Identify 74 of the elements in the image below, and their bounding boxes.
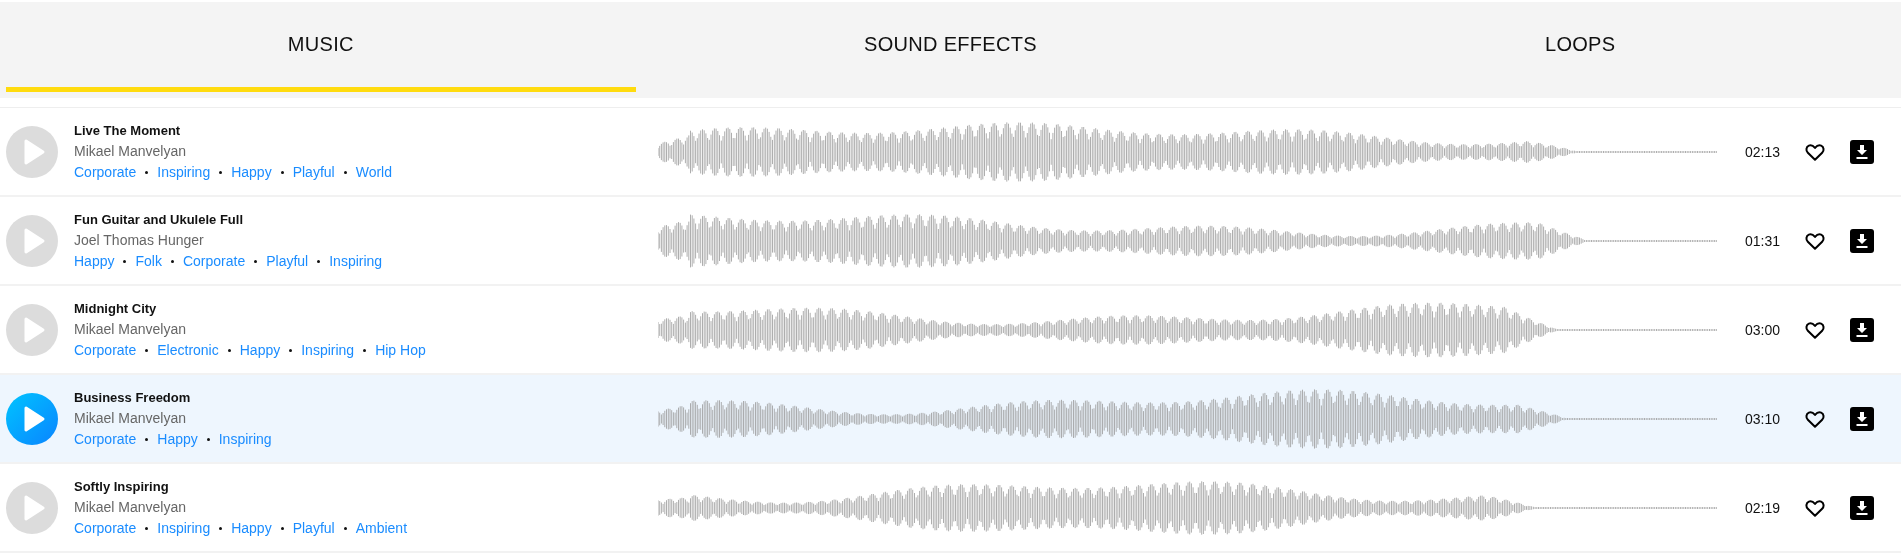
- play-icon: [24, 406, 45, 431]
- artist-name[interactable]: Mikael Manvelyan: [74, 143, 658, 159]
- tag-link[interactable]: Inspiring: [218, 431, 272, 447]
- track-title[interactable]: Live The Moment: [74, 123, 658, 138]
- artist-name[interactable]: Mikael Manvelyan: [74, 321, 658, 337]
- download-icon[interactable]: [1850, 406, 1874, 431]
- download-icon[interactable]: [1850, 228, 1874, 253]
- separator-dot: [145, 526, 149, 530]
- tag-link[interactable]: Playful: [292, 164, 335, 180]
- tag-link[interactable]: Inspiring: [157, 164, 211, 180]
- separator-dot: [170, 259, 174, 263]
- tag-link[interactable]: Happy: [239, 342, 281, 358]
- tag-link[interactable]: Inspiring: [301, 342, 355, 358]
- artist-name[interactable]: Mikael Manvelyan: [74, 410, 658, 426]
- separator-dot: [317, 259, 321, 263]
- tag-link[interactable]: Corporate: [182, 253, 246, 269]
- duration: 01:31: [1743, 232, 1780, 249]
- separator-dot: [343, 526, 347, 530]
- tag-link[interactable]: Inspiring: [329, 253, 383, 269]
- separator-dot: [145, 437, 149, 441]
- download-icon[interactable]: [1850, 317, 1874, 342]
- tab[interactable]: SOUND EFFECTS: [635, 2, 1266, 92]
- artist-name[interactable]: Mikael Manvelyan: [74, 499, 658, 515]
- download-icon[interactable]: [1850, 139, 1874, 164]
- separator-dot: [343, 170, 347, 174]
- artist-name[interactable]: Joel Thomas Hunger: [74, 232, 658, 248]
- separator-dot: [206, 437, 210, 441]
- track-title[interactable]: Business Freedom: [74, 390, 658, 405]
- tag-link[interactable]: Playful: [266, 253, 309, 269]
- tag-link[interactable]: Inspiring: [157, 520, 211, 536]
- play-icon: [24, 228, 45, 253]
- play-icon: [24, 139, 45, 164]
- separator-dot: [145, 170, 149, 174]
- tag-link[interactable]: Corporate: [74, 431, 137, 447]
- duration: 03:00: [1743, 321, 1780, 338]
- tag-link[interactable]: Folk: [135, 253, 162, 269]
- separator-dot: [363, 348, 367, 352]
- separator-dot: [219, 526, 223, 530]
- separator-dot: [123, 259, 127, 263]
- play-button[interactable]: [6, 392, 58, 445]
- separator-dot: [289, 348, 293, 352]
- separator-dot: [280, 170, 284, 174]
- play-icon: [24, 495, 45, 520]
- track-row[interactable]: Business Freedom Mikael Manvelyan Corporate Happy Inspiring 03:10: [0, 375, 1901, 464]
- tab[interactable]: MUSIC: [6, 2, 636, 92]
- tag-link[interactable]: Corporate: [74, 520, 137, 536]
- download-icon[interactable]: [1850, 495, 1874, 520]
- separator-dot: [219, 170, 223, 174]
- duration: 03:10: [1743, 410, 1780, 427]
- tag-link[interactable]: Electronic: [157, 342, 219, 358]
- separator-dot: [227, 348, 231, 352]
- track-row[interactable]: Fun Guitar and Ukulele Full Joel Thomas Hunger Happy Folk Corporate Playful Inspiring 01:31: [0, 197, 1901, 286]
- tag-link[interactable]: World: [355, 164, 392, 180]
- separator-dot: [145, 348, 149, 352]
- tab[interactable]: LOOPS: [1265, 2, 1895, 92]
- play-icon: [24, 317, 45, 342]
- track-row[interactable]: Live The Moment Mikael Manvelyan Corporate Inspiring Happy Playful World 02:13: [0, 108, 1901, 197]
- tag-link[interactable]: Corporate: [74, 342, 137, 358]
- track-title[interactable]: Softly Inspiring: [74, 479, 658, 494]
- track-title[interactable]: Midnight City: [74, 301, 658, 316]
- tag-link[interactable]: Happy: [157, 431, 198, 447]
- tag-link[interactable]: Corporate: [74, 164, 137, 180]
- separator-dot: [254, 259, 258, 263]
- tag-link[interactable]: Happy: [231, 520, 272, 536]
- tag-link[interactable]: Happy: [74, 253, 115, 269]
- separator-dot: [280, 526, 284, 530]
- tag-link[interactable]: Ambient: [355, 520, 408, 536]
- tag-link[interactable]: Hip Hop: [375, 342, 426, 358]
- track-row[interactable]: Softly Inspiring Mikael Manvelyan Corporate Inspiring Happy Playful Ambient 02:19: [0, 464, 1901, 553]
- duration: 02:13: [1743, 143, 1780, 160]
- tag-link[interactable]: Happy: [231, 164, 272, 180]
- track-title[interactable]: Fun Guitar and Ukulele Full: [74, 212, 658, 227]
- tag-link[interactable]: Playful: [292, 520, 335, 536]
- duration: 02:19: [1743, 499, 1780, 516]
